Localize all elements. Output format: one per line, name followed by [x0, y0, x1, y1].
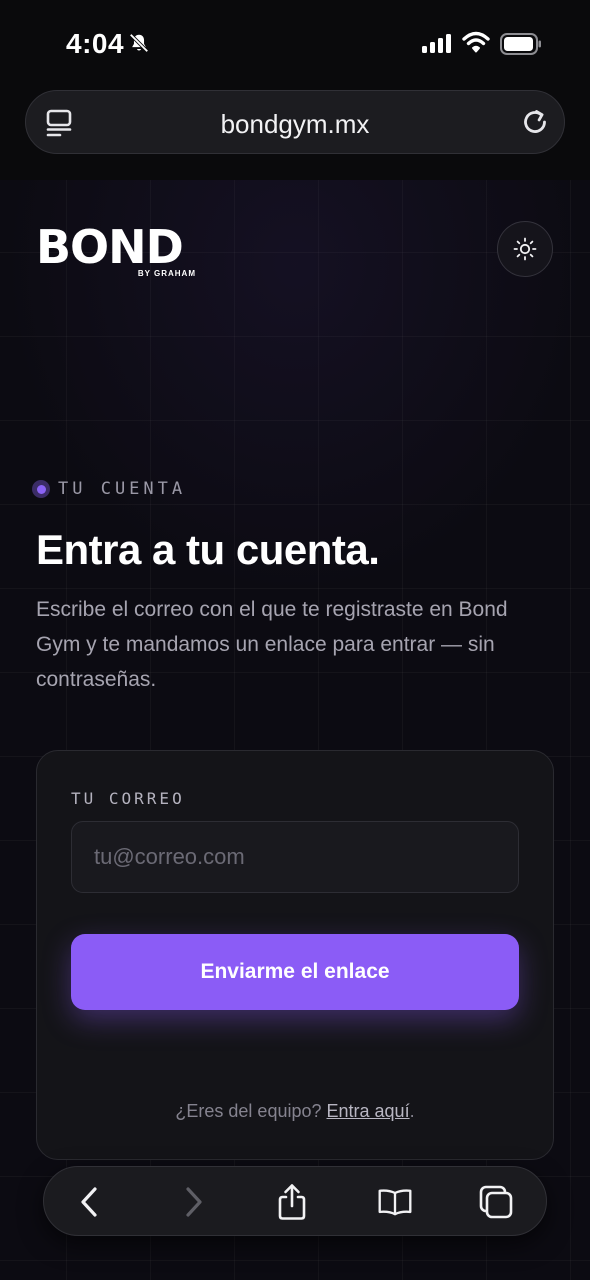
logo-wordmark: BOND — [36, 220, 184, 274]
page-description: Escribe el correo con el que te registra… — [36, 598, 508, 691]
share-icon — [278, 1184, 306, 1220]
sun-icon — [513, 237, 537, 261]
bell-muted-icon — [129, 33, 149, 53]
send-link-button[interactable]: Enviarme el enlace — [71, 934, 519, 1010]
forward-button[interactable] — [175, 1184, 211, 1220]
team-login-text: ¿Eres del equipo? Entra aquí. — [37, 1101, 553, 1122]
eyebrow-text: TU CUENTA — [58, 479, 187, 499]
reload-icon[interactable] — [520, 107, 550, 137]
share-button[interactable] — [274, 1184, 310, 1220]
theme-toggle-button[interactable] — [497, 221, 553, 277]
team-login-link[interactable]: Entra aquí — [327, 1101, 410, 1121]
url-text[interactable]: bondgym.mx — [26, 109, 564, 140]
status-bar: 4:04 — [0, 0, 590, 88]
back-button[interactable] — [72, 1184, 108, 1220]
email-field[interactable] — [71, 821, 519, 893]
team-suffix: . — [409, 1101, 415, 1121]
team-prompt: ¿Eres del equipo? — [175, 1101, 322, 1121]
section-eyebrow: TU CUENTA — [32, 479, 186, 499]
browser-chrome: bondgym.mx — [0, 88, 590, 180]
signal-icon — [422, 34, 451, 53]
address-bar[interactable]: bondgym.mx — [25, 90, 565, 154]
eyebrow-dot-icon — [32, 480, 50, 498]
forward-icon — [186, 1187, 202, 1217]
page-title: Entra a tu cuenta. — [36, 526, 380, 573]
page: BOND BY GRAHAM TU CUENTA Entra a tu cuen… — [0, 180, 590, 1280]
bond-logo[interactable]: BOND BY GRAHAM — [36, 220, 198, 278]
back-icon — [81, 1187, 97, 1217]
browser-toolbar — [43, 1166, 547, 1236]
email-label: TU CORREO — [71, 789, 185, 808]
bookmarks-button[interactable] — [377, 1184, 413, 1220]
wifi-icon — [462, 31, 490, 53]
tabs-button[interactable] — [478, 1184, 514, 1220]
battery-icon — [500, 33, 541, 55]
screen: 4:04 bondgym.mx BOND BY GRAHAM TU CUENTA… — [0, 0, 590, 1280]
bookmarks-icon — [378, 1189, 412, 1216]
login-card: TU CORREO Enviarme el enlace ¿Eres del e… — [36, 750, 554, 1160]
tabs-icon — [479, 1185, 513, 1219]
status-time: 4:04 — [66, 28, 125, 59]
logo-tagline: BY GRAHAM — [137, 269, 196, 278]
